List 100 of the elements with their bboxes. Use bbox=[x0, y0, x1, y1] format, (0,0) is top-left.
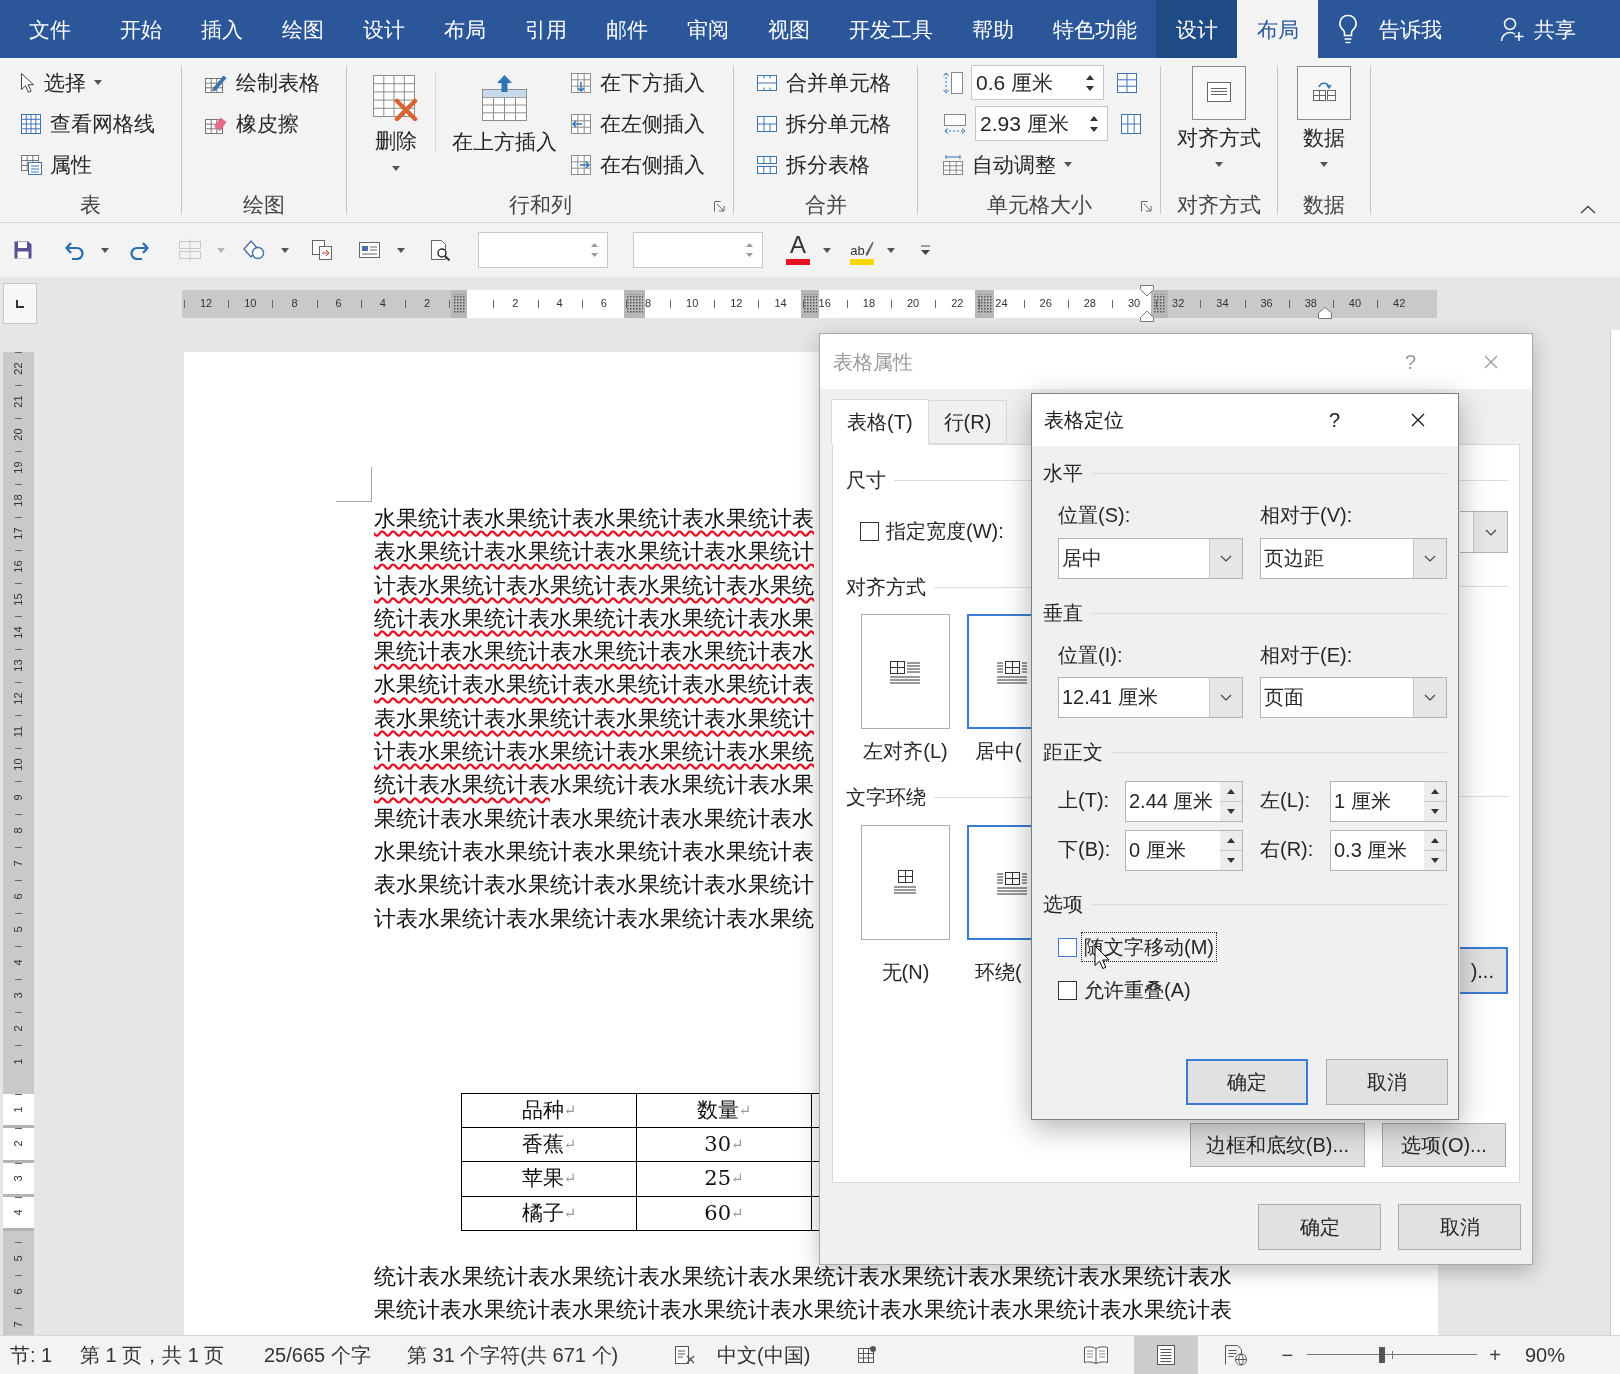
combo-box[interactable]: 12.41 厘米 bbox=[1058, 677, 1243, 718]
column-marker-icon[interactable] bbox=[975, 289, 994, 318]
zoom-slider[interactable] bbox=[1307, 1345, 1478, 1365]
ribbon-tab[interactable]: 特色功能 bbox=[1033, 0, 1156, 58]
ribbon-button[interactable]: 橡皮擦 bbox=[204, 103, 320, 144]
ribbon-button[interactable]: 查看网格线 bbox=[20, 103, 155, 144]
right-indent-marker-icon[interactable] bbox=[1318, 307, 1332, 319]
ribbon-button[interactable]: 在左侧插入 bbox=[570, 103, 705, 144]
combo-box[interactable]: 居中 bbox=[1058, 538, 1243, 579]
spin-arrows-icon bbox=[590, 240, 599, 260]
save-icon[interactable] bbox=[13, 240, 33, 260]
vertical-scrollbar[interactable] bbox=[1610, 330, 1620, 1335]
spin-field[interactable]: 0.6 厘米 bbox=[971, 65, 1104, 100]
indent-marker-icon[interactable] bbox=[1140, 285, 1154, 322]
ribbon-button[interactable]: 属性 bbox=[20, 144, 155, 185]
caret-icon[interactable] bbox=[823, 247, 831, 253]
dialog-tab[interactable]: 行(R) bbox=[928, 400, 1008, 444]
ribbon-button[interactable]: 拆分单元格 bbox=[756, 103, 891, 144]
dialog-button[interactable]: 确定 bbox=[1258, 1204, 1381, 1250]
checkbox[interactable] bbox=[1058, 980, 1077, 1000]
dialog-button[interactable]: )... bbox=[1460, 947, 1508, 994]
spin-field[interactable]: 0.3 厘米 bbox=[1330, 830, 1447, 871]
ruler-number: 4 bbox=[379, 298, 386, 309]
share-button[interactable]: 共享 bbox=[1500, 0, 1576, 58]
caret-icon[interactable] bbox=[281, 247, 289, 253]
combo-box[interactable]: 页边距 bbox=[1260, 538, 1447, 579]
chevron-up-icon[interactable] bbox=[1580, 205, 1596, 214]
ribbon-tab[interactable]: 视图 bbox=[748, 0, 829, 58]
dialog-button[interactable]: 边框和底纹(B)... bbox=[1190, 1123, 1365, 1167]
slider-thumb[interactable] bbox=[1379, 1347, 1386, 1363]
ribbon-button[interactable]: 在右侧插入 bbox=[570, 144, 705, 185]
dialog-button[interactable]: 确定 bbox=[1186, 1059, 1308, 1105]
ribbon-tab[interactable]: 审阅 bbox=[667, 0, 748, 58]
ribbon-tab[interactable]: 绘图 bbox=[262, 0, 343, 58]
document-magnifier-icon[interactable] bbox=[429, 239, 451, 261]
dialog-button[interactable]: 选项(O)... bbox=[1382, 1123, 1506, 1167]
spin-field[interactable]: 2.93 厘米 bbox=[975, 106, 1108, 141]
column-marker-icon[interactable] bbox=[624, 289, 645, 318]
caret-icon[interactable] bbox=[397, 247, 405, 253]
dialog-tab[interactable]: 表格(T) bbox=[831, 399, 929, 445]
option-tile[interactable] bbox=[967, 614, 1032, 729]
dropdown-field[interactable] bbox=[1460, 511, 1508, 553]
ribbon-tab[interactable]: 插入 bbox=[181, 0, 262, 58]
ribbon-tab[interactable]: 布局 bbox=[1237, 0, 1318, 58]
column-marker-icon[interactable] bbox=[801, 289, 819, 318]
dialog-launcher-icon[interactable] bbox=[1141, 201, 1152, 212]
column-marker-icon[interactable] bbox=[1151, 289, 1168, 318]
text-box-icon[interactable] bbox=[358, 239, 382, 261]
combo-field[interactable] bbox=[478, 232, 608, 268]
ribbon-tab[interactable]: 开始 bbox=[100, 0, 181, 58]
option-tile[interactable] bbox=[861, 614, 950, 729]
column-marker-icon[interactable] bbox=[451, 289, 467, 318]
ribbon-button[interactable]: 对齐方式 bbox=[1177, 62, 1261, 167]
print-layout-button[interactable] bbox=[1133, 1336, 1198, 1374]
font-color-button[interactable]: A bbox=[786, 232, 810, 268]
ribbon-tab[interactable]: 邮件 bbox=[586, 0, 667, 58]
dialog-launcher-icon[interactable] bbox=[714, 201, 725, 212]
ribbon-tab[interactable]: 文件 bbox=[0, 0, 100, 58]
zoom-level-button[interactable]: 90% bbox=[1524, 1345, 1565, 1365]
ribbon-button[interactable]: 拆分表格 bbox=[756, 144, 891, 185]
shapes-icon[interactable] bbox=[242, 239, 266, 261]
caret-icon[interactable] bbox=[101, 247, 109, 253]
documents-arrow-icon[interactable] bbox=[311, 239, 333, 261]
ribbon-button[interactable]: 合并单元格 bbox=[756, 62, 891, 103]
ribbon-button[interactable]: 删除 bbox=[367, 62, 424, 171]
spin-field[interactable]: 1 厘米 bbox=[1330, 781, 1447, 822]
ribbon-tab[interactable]: 引用 bbox=[505, 0, 586, 58]
caret-icon[interactable] bbox=[887, 247, 895, 253]
checkbox[interactable] bbox=[860, 521, 879, 541]
ribbon-tab[interactable]: 开发工具 bbox=[829, 0, 952, 58]
spin-field[interactable]: 2.44 厘米 bbox=[1125, 781, 1243, 822]
ribbon-tab[interactable]: 布局 bbox=[424, 0, 505, 58]
grid-dot-icon[interactable] bbox=[857, 1345, 877, 1365]
option-tile[interactable] bbox=[861, 825, 950, 940]
ribbon-button[interactable]: 数据 bbox=[1297, 62, 1351, 167]
checkbox[interactable] bbox=[1058, 937, 1077, 957]
ribbon-tab[interactable]: 帮助 bbox=[952, 0, 1033, 58]
spin-field[interactable]: 0 厘米 bbox=[1125, 830, 1243, 871]
tell-me-button[interactable]: 告诉我 bbox=[1337, 0, 1442, 58]
combo-field[interactable] bbox=[633, 232, 763, 268]
ribbon-tab[interactable]: 设计 bbox=[343, 0, 424, 58]
highlight-button[interactable]: ab bbox=[850, 232, 874, 268]
ribbon-button[interactable]: 绘制表格 bbox=[204, 62, 320, 103]
dialog-button[interactable]: 取消 bbox=[1326, 1059, 1448, 1105]
ribbon-button[interactable]: 选择 bbox=[20, 62, 155, 103]
combo-box[interactable]: 页面 bbox=[1260, 677, 1447, 718]
dialog-button[interactable]: 取消 bbox=[1398, 1204, 1521, 1250]
document-cross-icon[interactable] bbox=[674, 1345, 696, 1365]
ribbon-tab[interactable]: 设计 bbox=[1156, 0, 1237, 58]
undo-icon[interactable] bbox=[64, 240, 86, 260]
redo-icon[interactable] bbox=[128, 240, 150, 260]
zoom-in-button[interactable]: + bbox=[1489, 1345, 1501, 1365]
help-button[interactable]: ? bbox=[1328, 410, 1340, 430]
customize-icon[interactable] bbox=[921, 244, 930, 256]
ribbon-button[interactable]: 在上方插入 bbox=[452, 62, 557, 152]
close-icon[interactable] bbox=[1411, 413, 1425, 427]
ribbon-button[interactable]: 自动调整 bbox=[942, 144, 1142, 185]
zoom-out-button[interactable]: − bbox=[1281, 1345, 1294, 1365]
option-tile[interactable] bbox=[967, 825, 1032, 940]
ribbon-button[interactable]: 在下方插入 bbox=[570, 62, 705, 103]
